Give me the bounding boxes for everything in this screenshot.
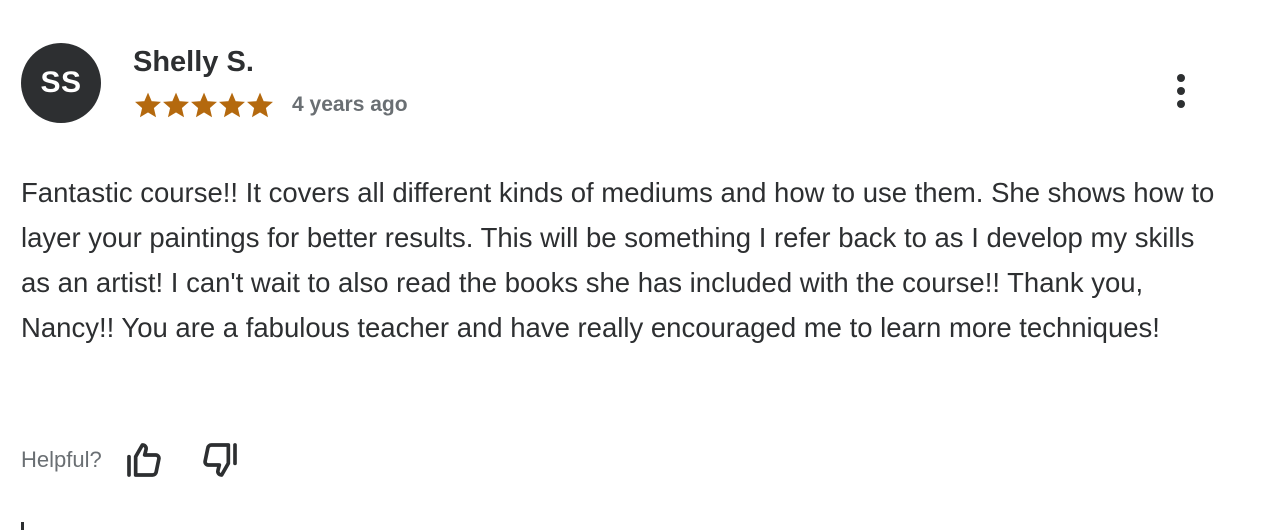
vertical-dots-icon xyxy=(1177,74,1185,82)
star-filled-icon xyxy=(219,92,245,117)
more-options-button[interactable] xyxy=(1163,70,1199,112)
helpful-label: Helpful? xyxy=(21,447,102,472)
star-filled-icon xyxy=(191,92,217,117)
vertical-dots-icon-dot xyxy=(1177,87,1185,95)
thumbs-up-icon xyxy=(126,443,161,477)
star-filled-icon xyxy=(163,92,189,117)
review-card: SS Shelly S. 4 years ago Fantastic cours… xyxy=(0,0,1270,530)
avatar: SS xyxy=(21,43,101,123)
next-review-edge xyxy=(21,522,24,530)
thumbs-down-button[interactable] xyxy=(198,438,242,482)
star-filled-icon xyxy=(247,92,273,117)
thumbs-up-button[interactable] xyxy=(122,438,166,482)
review-text: Fantastic course!! It covers all differe… xyxy=(21,177,1215,343)
vertical-dots-icon-dot xyxy=(1177,100,1185,108)
rating-row: 4 years ago xyxy=(134,90,408,120)
review-timestamp: 4 years ago xyxy=(292,93,408,116)
avatar-initials: SS xyxy=(40,66,82,99)
reviewer-name: Shelly S. xyxy=(133,46,254,78)
star-filled-icon xyxy=(135,92,161,117)
thumbs-down-icon xyxy=(202,443,237,477)
star-rating xyxy=(134,92,274,119)
helpful-feedback: Helpful? xyxy=(21,438,242,482)
